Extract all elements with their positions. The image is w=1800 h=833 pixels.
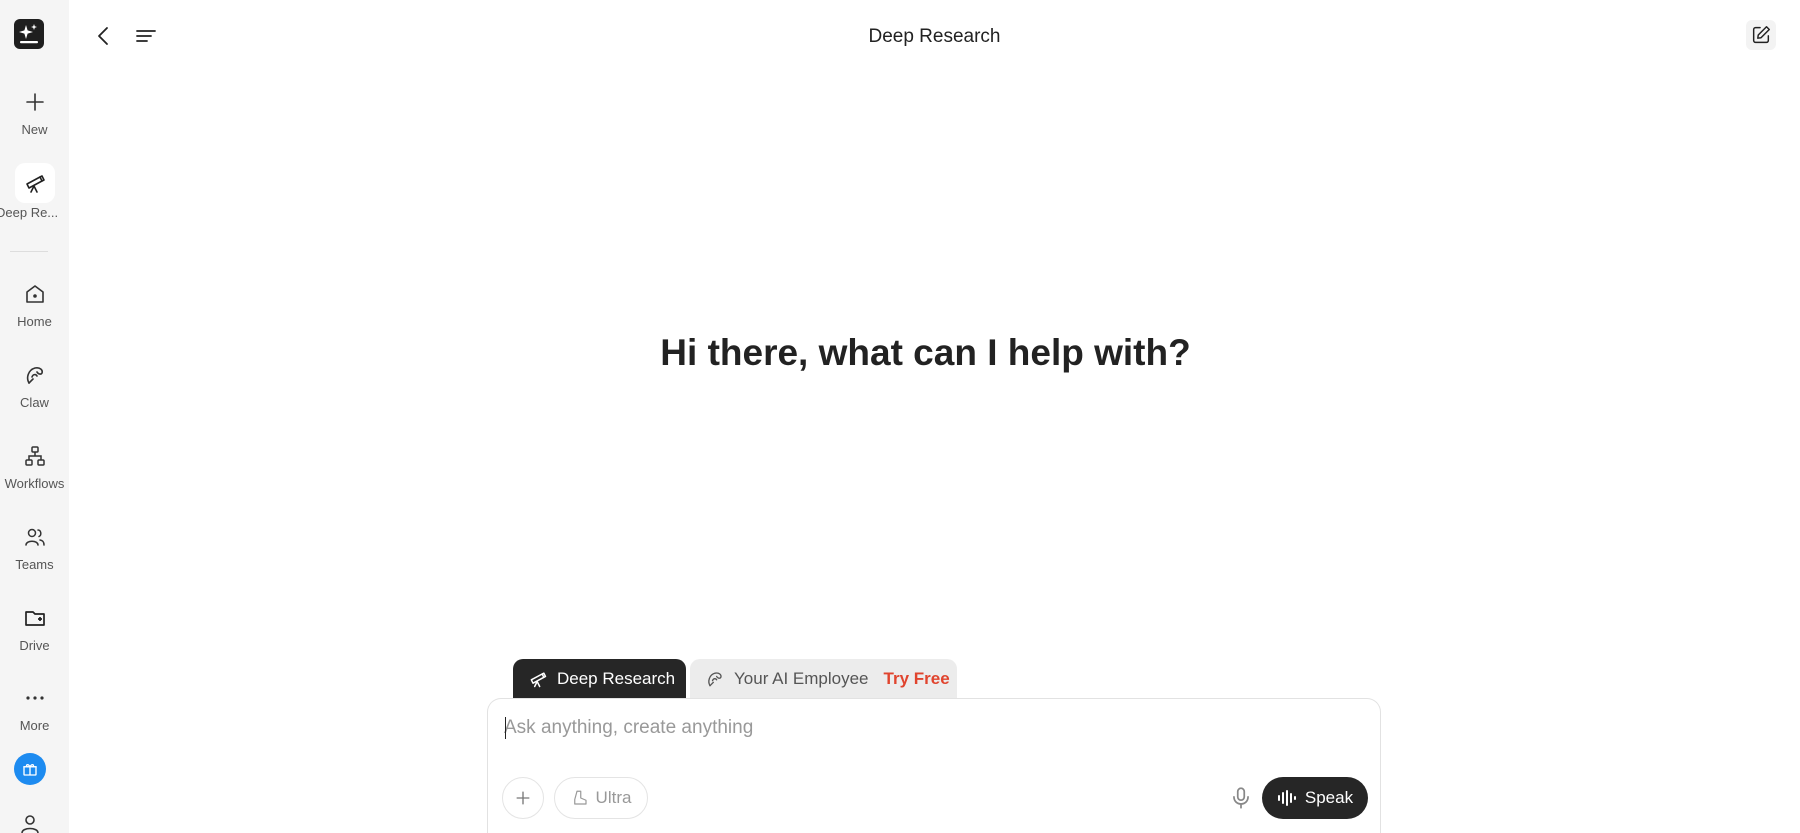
greeting-heading: Hi there, what can I help with? [660, 332, 1191, 373]
sidebar-item-label: More [19, 718, 50, 733]
tab-label: Deep Research [557, 669, 676, 688]
ultra-mode-button[interactable]: Ultra [554, 777, 648, 819]
gift-icon [23, 764, 37, 776]
sidebar-item-label: Claw [20, 395, 49, 410]
tab-label: Your AI Employee [734, 669, 869, 688]
claw-icon [26, 367, 43, 384]
speak-button[interactable]: Speak [1262, 777, 1368, 819]
plus-icon [516, 791, 530, 805]
sidebar-item-new[interactable]: New [0, 90, 69, 137]
workflow-icon [24, 446, 45, 466]
page-title: Deep Research [868, 26, 1001, 47]
composer: Ultra Speak [487, 698, 1381, 833]
speak-label: Speak [1304, 788, 1354, 807]
sidebar-item-label: Home [17, 314, 52, 329]
telescope-icon [25, 175, 45, 193]
sidebar: New Deep Re... Home Claw Workflows Teams… [0, 0, 69, 833]
users-icon [24, 528, 45, 546]
sidebar-item-drive[interactable]: Drive [0, 606, 69, 653]
edit-icon [1752, 26, 1770, 44]
try-free-badge: Try Free [883, 669, 950, 688]
plus-icon [25, 93, 44, 111]
sidebar-item-label: New [21, 122, 48, 137]
microphone-icon[interactable] [1228, 785, 1254, 811]
sound-wave-icon [1277, 790, 1296, 806]
sidebar-item-workflows[interactable]: Workflows [0, 444, 69, 491]
prompt-input[interactable] [504, 713, 1364, 743]
more-icon [25, 696, 44, 700]
sidebar-item-teams[interactable]: Teams [0, 525, 69, 572]
sidebar-item-label: Teams [15, 557, 54, 572]
edit-button[interactable] [1746, 20, 1776, 50]
sidebar-item-deep-research[interactable]: Deep Re... [0, 163, 69, 220]
ultra-label: Ultra [595, 788, 632, 807]
sparkle-logo-icon[interactable] [14, 19, 44, 49]
tab-deep-research[interactable]: Deep Research [513, 659, 686, 699]
sidebar-item-claw[interactable]: Claw [0, 363, 69, 410]
boot-icon [573, 790, 587, 805]
add-attachment-button[interactable] [502, 777, 544, 819]
folder-icon [24, 611, 45, 626]
sidebar-item-label: Deep Re... [0, 205, 59, 220]
sidebar-divider [10, 251, 48, 252]
text-cursor [505, 717, 506, 739]
gift-button[interactable] [14, 753, 46, 785]
telescope-icon [530, 672, 547, 688]
claw-icon [708, 672, 722, 687]
sidebar-item-home[interactable]: Home [0, 282, 69, 329]
home-icon [25, 285, 44, 303]
sidebar-item-more[interactable]: More [0, 686, 69, 733]
sidebar-item-label: Workflows [4, 476, 65, 491]
tab-ai-employee[interactable]: Your AI Employee Try Free [690, 659, 957, 699]
user-icon[interactable] [18, 812, 42, 833]
sidebar-item-label: Drive [19, 638, 50, 653]
